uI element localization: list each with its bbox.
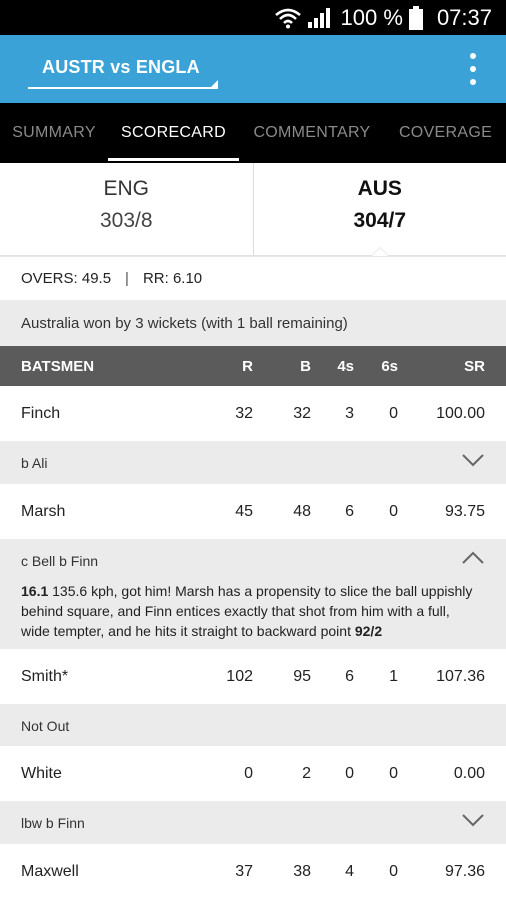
strike-rate: 97.36 [444, 863, 485, 880]
runs: 32 [235, 404, 253, 422]
batsman-name: Marsh [21, 502, 66, 520]
dismissal-text: Not Out [21, 718, 70, 734]
sixes: 1 [389, 667, 398, 685]
runs: 0 [244, 764, 253, 782]
team-score-header: ENG 303/8 AUS 304/7 [0, 163, 506, 256]
selected-team-pointer [370, 247, 389, 256]
column-header-strike-rate: SR [464, 357, 485, 375]
chevron-up-icon[interactable] [462, 551, 484, 565]
wifi-icon [274, 7, 301, 29]
tab-bar: SUMMARY SCORECARD COMMENTARY COVERAGE [0, 103, 506, 163]
chevron-down-icon[interactable] [462, 453, 484, 467]
batsmen-table-header: BATSMEN R B 4s 6s SR [0, 346, 506, 386]
fours: 6 [345, 667, 354, 685]
match-title: AUSTR vs ENGLA [42, 57, 200, 77]
team-name: ENG [103, 177, 149, 200]
overflow-menu-icon[interactable] [466, 53, 480, 85]
batsman-row[interactable]: Maxwell 37 38 4 0 97.36 [0, 844, 506, 900]
overs-text: OVERS: 49.5 [21, 270, 112, 287]
tab-summary[interactable]: SUMMARY [0, 103, 108, 163]
dismissal-text: b Ali [21, 455, 48, 471]
column-header-fours: 4s [337, 357, 354, 375]
batsman-name: Maxwell [21, 863, 79, 880]
team-name: AUS [357, 177, 402, 200]
sixes: 0 [389, 863, 398, 880]
column-header-balls: B [300, 357, 311, 375]
runs: 102 [226, 667, 253, 685]
wicket-score: 92/2 [354, 623, 383, 639]
batsman-row[interactable]: Finch 32 32 3 0 100.00 [0, 386, 506, 441]
run-rate-text: RR: 6.10 [142, 270, 203, 287]
tab-scorecard[interactable]: SCORECARD [108, 103, 239, 163]
battery-percent: 100 % [340, 4, 403, 30]
runs: 45 [235, 502, 253, 520]
team-score: 303/8 [99, 209, 153, 232]
match-result: Australia won by 3 wickets (with 1 ball … [0, 300, 506, 346]
wicket-over: 16.1 [21, 583, 49, 599]
dismissal-text: lbw b Finn [21, 815, 85, 831]
team-eng[interactable]: ENG 303/8 [0, 163, 253, 255]
signal-icon [307, 7, 331, 29]
team-score: 304/7 [353, 209, 407, 232]
strike-rate: 100.00 [436, 404, 485, 422]
wicket-commentary: 16.1 135.6 kph, got him! Marsh has a pro… [21, 581, 480, 641]
match-selector-dropdown[interactable]: AUSTR vs ENGLA [28, 57, 218, 89]
dismissal-row: Not Out [0, 704, 506, 746]
batsman-name: Finch [21, 404, 61, 422]
strike-rate: 107.36 [436, 667, 485, 685]
sixes: 0 [389, 764, 398, 782]
column-header-runs: R [242, 357, 253, 375]
team-aus[interactable]: AUS 304/7 [252, 163, 506, 256]
batsman-name: White [21, 764, 62, 782]
balls: 2 [302, 764, 311, 782]
innings-summary: OVERS: 49.5 | RR: 6.10 [0, 256, 506, 300]
column-header-sixes: 6s [381, 357, 398, 375]
battery-icon [408, 5, 423, 30]
strike-rate: 93.75 [444, 502, 485, 520]
column-header-batsmen: BATSMEN [21, 357, 95, 375]
dropdown-caret-icon [211, 80, 218, 87]
balls: 38 [293, 863, 311, 880]
fours: 3 [345, 404, 354, 422]
fours: 0 [345, 764, 354, 782]
clock: 07:37 [436, 4, 492, 30]
tab-commentary[interactable]: COMMENTARY [239, 103, 385, 163]
batsman-row[interactable]: Smith* 102 95 6 1 107.36 [0, 649, 506, 704]
balls: 95 [293, 667, 311, 685]
dismissal-text: c Bell b Finn [21, 553, 99, 569]
strike-rate: 0.00 [453, 764, 485, 782]
chevron-down-icon[interactable] [462, 813, 484, 827]
dismissal-row[interactable]: lbw b Finn [0, 801, 506, 844]
sixes: 0 [389, 404, 398, 422]
batsman-row[interactable]: Marsh 45 48 6 0 93.75 [0, 484, 506, 539]
dismissal-row[interactable]: b Ali [0, 441, 506, 484]
app-bar: AUSTR vs ENGLA [0, 35, 506, 103]
balls: 48 [293, 502, 311, 520]
fours: 6 [345, 502, 354, 520]
batsman-name: Smith* [21, 667, 69, 685]
divider: | [125, 270, 129, 287]
balls: 32 [293, 404, 311, 422]
sixes: 0 [389, 502, 398, 520]
runs: 37 [235, 863, 253, 880]
status-bar: 100 % 07:37 [0, 0, 506, 35]
fours: 4 [345, 863, 354, 880]
tab-coverage[interactable]: COVERAGE [385, 103, 506, 163]
batsman-row[interactable]: White 0 2 0 0 0.00 [0, 746, 506, 801]
dismissal-row-expanded[interactable]: c Bell b Finn 16.1 135.6 kph, got him! M… [0, 539, 506, 649]
wicket-description: 135.6 kph, got him! Marsh has a propensi… [21, 583, 473, 639]
